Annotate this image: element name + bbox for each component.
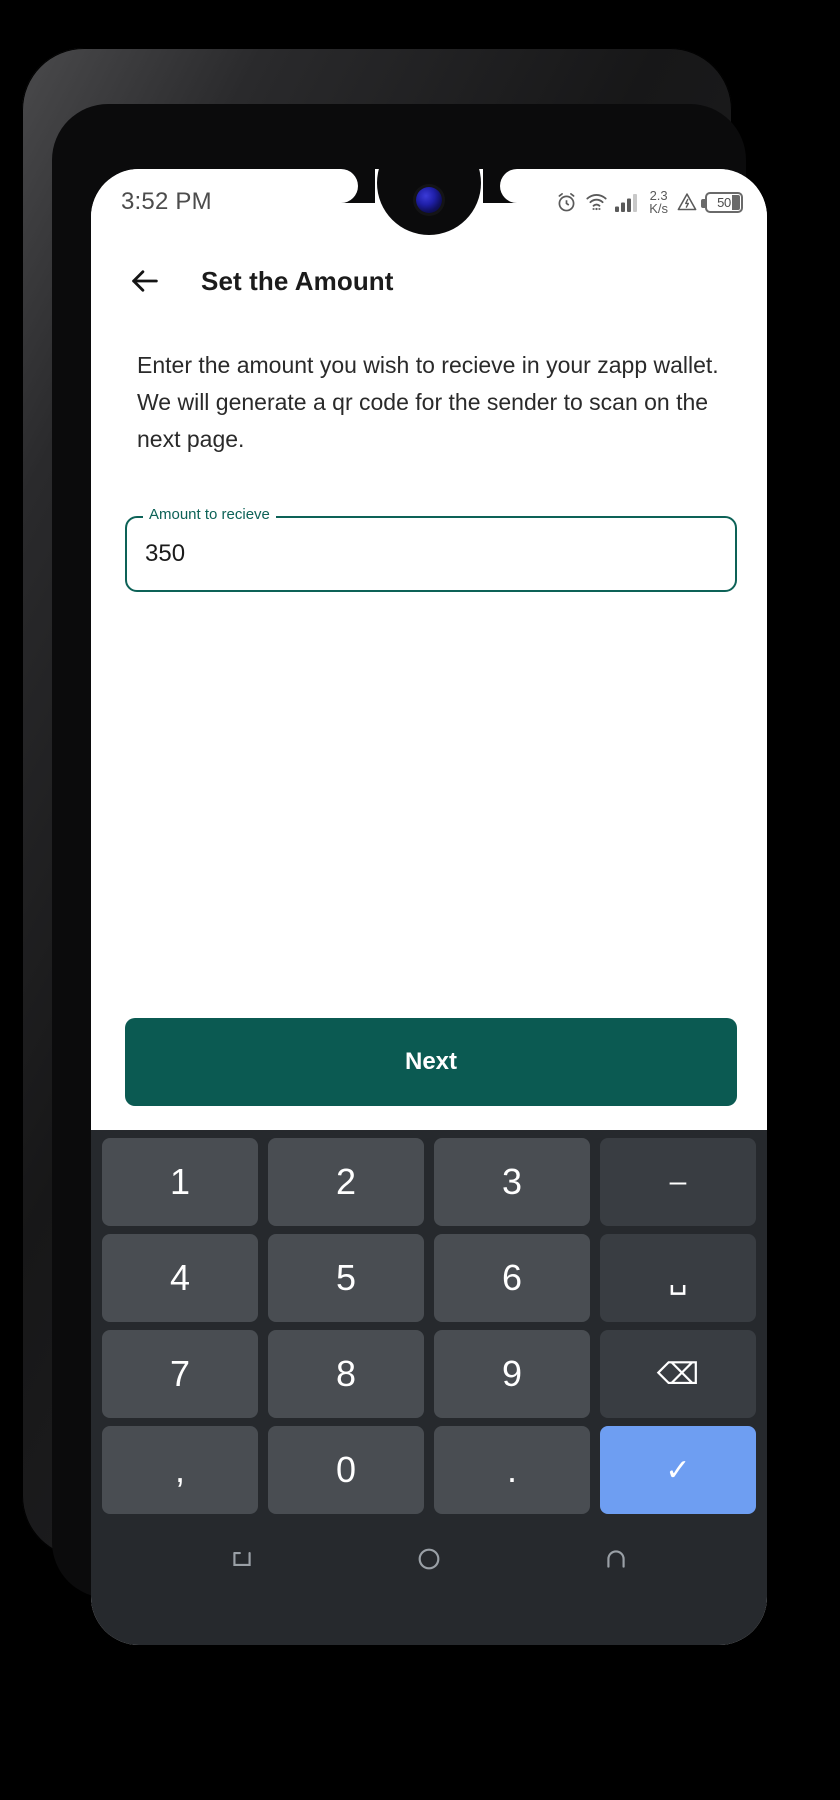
key-1[interactable]: 1 (102, 1138, 258, 1226)
status-icons: 2.3 K/s 50 (555, 187, 743, 216)
keyboard-row: , 0. ✓ (97, 1426, 761, 1514)
keyboard-row: 1 2 3– (97, 1138, 761, 1226)
triangle-alert-icon (677, 193, 697, 211)
wifi-icon (586, 193, 607, 211)
network-speed-unit: K/s (649, 201, 668, 216)
phone-frame: 3:52 PM 2.3 K/s 50 Set the Amount Enter … (22, 48, 767, 1645)
battery-level-label: 50 (717, 194, 731, 210)
phone-screen: 3:52 PM 2.3 K/s 50 Set the Amount Enter … (91, 169, 767, 1645)
battery-indicator: 50 (701, 191, 743, 213)
cellular-signal-icon (615, 194, 638, 212)
alarm-clock-icon (558, 192, 575, 211)
home-icon (418, 1548, 440, 1570)
status-clock: 3:52 PM (121, 188, 212, 215)
app-bar: Set the Amount (91, 235, 767, 303)
phone-bezel: 3:52 PM 2.3 K/s 50 Set the Amount Enter … (52, 104, 767, 1645)
home-button[interactable] (403, 1533, 455, 1585)
key-0[interactable]: 0 (268, 1426, 424, 1514)
android-nav-bar (97, 1522, 761, 1596)
key-7[interactable]: 7 (102, 1330, 258, 1418)
keyboard-row: 4 5 6 ␣ (97, 1234, 761, 1322)
key-period[interactable]: . (434, 1426, 590, 1514)
key-2[interactable]: 2 (268, 1138, 424, 1226)
key-space[interactable]: ␣ (600, 1234, 756, 1322)
back-button[interactable] (123, 259, 167, 303)
key-backspace[interactable]: ⌫ (600, 1330, 756, 1418)
next-button[interactable]: Next (125, 1018, 737, 1106)
nav-back-icon (606, 1550, 625, 1568)
amount-field-label: Amount to recieve (143, 505, 276, 525)
key-enter[interactable]: ✓ (600, 1426, 756, 1514)
recents-icon (233, 1551, 251, 1567)
back-arrow-icon (132, 270, 158, 292)
key-3[interactable]: 3 (434, 1138, 590, 1226)
network-speed: 2.3 K/s (649, 187, 668, 216)
instruction-text: Enter the amount you wish to recieve in … (137, 352, 719, 452)
battery-fill (732, 194, 740, 210)
amount-input[interactable] (145, 540, 696, 568)
status-bar: 3:52 PM 2.3 K/s 50 (91, 169, 767, 235)
screenshot-root: 3:52 PM 2.3 K/s 50 Set the Amount Enter … (0, 0, 840, 1800)
key-minus[interactable]: – (600, 1138, 756, 1226)
recents-button[interactable] (216, 1533, 268, 1585)
key-9[interactable]: 9 (434, 1330, 590, 1418)
app-content: Set the Amount Enter the amount you wish… (91, 235, 767, 1130)
key-4[interactable]: 4 (102, 1234, 258, 1322)
keyboard-row: 7 8 9 ⌫ (97, 1330, 761, 1418)
key-8[interactable]: 8 (268, 1330, 424, 1418)
key-6[interactable]: 6 (434, 1234, 590, 1322)
key-5[interactable]: 5 (268, 1234, 424, 1322)
key-comma[interactable]: , (102, 1426, 258, 1514)
keyboard-rows: 1 2 3–4 5 6 ␣ 7 8 9 ⌫, 0. ✓ (97, 1138, 761, 1514)
amount-field[interactable]: Amount to recieve (125, 505, 737, 592)
numeric-keyboard: 1 2 3–4 5 6 ␣ 7 8 9 ⌫, 0. ✓ (91, 1130, 767, 1645)
network-speed-value: 2.3 (649, 187, 668, 203)
page-title: Set the Amount (201, 265, 394, 296)
battery-shell: 50 (701, 191, 743, 213)
nav-back-button[interactable] (590, 1533, 642, 1585)
